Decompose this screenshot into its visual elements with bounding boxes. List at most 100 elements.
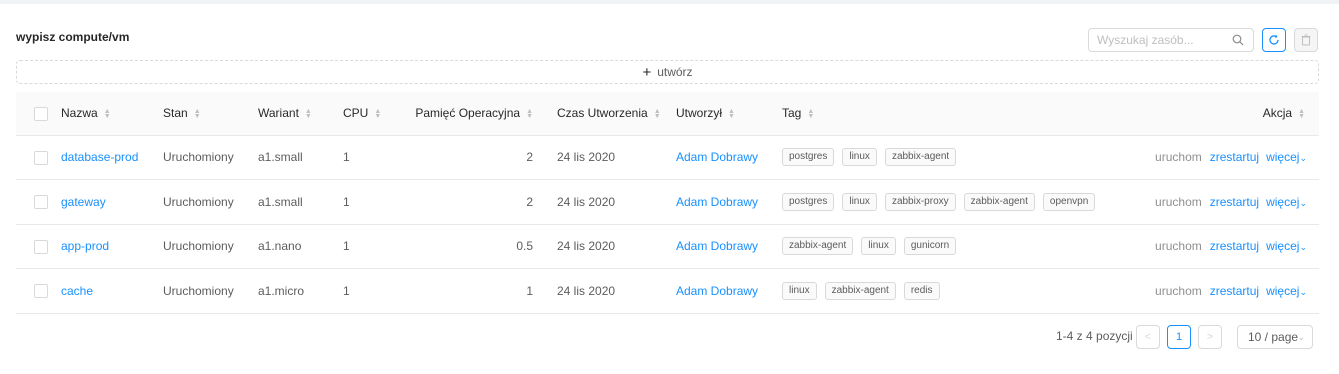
restart-action[interactable]: zrestartuj [1210, 150, 1259, 164]
vm-created: 24 lis 2020 [557, 150, 616, 165]
tag-badge: redis [903, 281, 940, 300]
tag-badge: postgres [782, 148, 835, 167]
table-row: database-prod Uruchomiony a1.small 1 2 24 lis… [16, 135, 1319, 180]
sort-icon[interactable]: ▲ ▼ [194, 108, 201, 120]
more-actions-dropdown[interactable]: więcej⌄ [1266, 195, 1307, 209]
page-title: wypisz compute/vm [16, 30, 130, 44]
vm-state: Uruchomiony [163, 239, 234, 254]
select-all-checkbox[interactable] [34, 106, 48, 121]
sort-icon[interactable]: ▲ ▼ [1298, 108, 1305, 120]
refresh-button[interactable] [1262, 28, 1286, 52]
trash-icon [1301, 34, 1311, 46]
column-header-variant[interactable]: Wariant ▲ ▼ [258, 92, 343, 136]
create-label: utwórz [657, 65, 693, 79]
vm-memory: 2 [526, 194, 533, 209]
vm-memory: 0.5 [516, 239, 533, 254]
vm-variant: a1.small [258, 194, 303, 209]
plus-icon: + [642, 63, 652, 81]
vm-cpu: 1 [343, 194, 350, 209]
column-header-memory[interactable]: Pamięć Operacyjna ▲ ▼ [403, 92, 543, 136]
vm-author-link[interactable]: Adam Dobrawy [676, 239, 758, 253]
tag-badge: postgres [782, 192, 835, 211]
page-size-label: 10 / page [1248, 330, 1299, 344]
tag-badge: linux [782, 281, 817, 300]
row-checkbox[interactable] [34, 284, 48, 299]
vm-cpu: 1 [343, 283, 350, 298]
table-row: cache Uruchomiony a1.micro 1 1 24 lis 2020 Ada… [16, 268, 1319, 314]
more-actions-dropdown[interactable]: więcej⌄ [1266, 150, 1307, 164]
restart-action[interactable]: zrestartuj [1210, 284, 1259, 298]
sort-icon[interactable]: ▲ ▼ [374, 108, 381, 120]
reload-icon [1269, 34, 1279, 45]
search-field[interactable] [1088, 28, 1254, 52]
vm-name-link[interactable]: database-prod [61, 150, 138, 164]
tag-badge: zabbix-agent [824, 281, 896, 300]
chevron-down-icon: ⌄ [1299, 153, 1307, 164]
tag-badge: linux [861, 237, 896, 256]
column-header-action[interactable]: Akcja ▲ ▼ [1102, 92, 1319, 136]
start-action[interactable]: uruchom [1155, 239, 1202, 253]
more-actions-label: więcej [1266, 194, 1300, 209]
vm-variant: a1.small [258, 150, 303, 165]
row-checkbox[interactable] [34, 150, 48, 165]
more-actions-dropdown[interactable]: więcej⌄ [1266, 239, 1307, 253]
start-action[interactable]: uruchom [1155, 195, 1202, 209]
pagination-total: 1-4 z 4 pozycji [1056, 329, 1133, 343]
vm-table: Nazwa ▲ ▼ Stan ▲ ▼ Wariant ▲ ▼ CPU ▲ ▼ Pamięć Op… [16, 92, 1319, 314]
vm-created: 24 lis 2020 [557, 194, 616, 209]
row-checkbox[interactable] [34, 239, 48, 254]
vm-cpu: 1 [343, 150, 350, 165]
delete-button[interactable] [1294, 28, 1318, 52]
start-action[interactable]: uruchom [1155, 284, 1202, 298]
column-header-name[interactable]: Nazwa ▲ ▼ [61, 92, 163, 136]
column-header-tag[interactable]: Tag ▲ ▼ [782, 92, 1102, 136]
create-button[interactable]: + utwórz [16, 60, 1319, 84]
sort-icon[interactable]: ▲ ▼ [526, 108, 533, 120]
tag-badge: linux [842, 192, 877, 211]
vm-variant: a1.nano [258, 239, 302, 254]
vm-author-link[interactable]: Adam Dobrawy [676, 195, 758, 209]
column-header-state[interactable]: Stan ▲ ▼ [163, 92, 258, 136]
pagination-prev-button[interactable]: < [1136, 325, 1160, 349]
search-icon[interactable] [1232, 34, 1244, 46]
table-header-row: Nazwa ▲ ▼ Stan ▲ ▼ Wariant ▲ ▼ CPU ▲ ▼ Pamięć Op… [16, 92, 1319, 136]
tag-badge: zabbix-agent [884, 148, 957, 167]
pagination-next-button[interactable]: > [1198, 325, 1222, 349]
vm-name-link[interactable]: cache [61, 284, 93, 298]
vm-created: 24 lis 2020 [557, 283, 616, 298]
vm-author-link[interactable]: Adam Dobrawy [676, 150, 758, 164]
column-header-author[interactable]: Utworzył ▲ ▼ [676, 92, 782, 136]
chevron-down-icon: ⌄ [1299, 242, 1307, 253]
more-actions-label: więcej [1266, 239, 1300, 254]
column-header-created[interactable]: Czas Utworzenia ▲ ▼ [543, 92, 676, 136]
sort-icon[interactable]: ▲ ▼ [728, 108, 735, 120]
restart-action[interactable]: zrestartuj [1210, 195, 1259, 209]
vm-created: 24 lis 2020 [557, 239, 616, 254]
vm-memory: 2 [526, 150, 533, 165]
chevron-down-icon: ⌄ [1299, 197, 1307, 208]
vm-list-panel: wypisz compute/vm + utwórz [0, 4, 1339, 374]
sort-icon[interactable]: ▲ ▼ [654, 108, 661, 120]
tag-badge: gunicorn [903, 237, 957, 256]
search-input[interactable] [1097, 32, 1227, 48]
start-action[interactable]: uruchom [1155, 150, 1202, 164]
tag-badge: zabbix-agent [782, 237, 854, 256]
column-header-cpu[interactable]: CPU ▲ ▼ [343, 92, 403, 136]
pagination-page-1[interactable]: 1 [1167, 325, 1191, 349]
sort-icon[interactable]: ▲ ▼ [807, 108, 814, 120]
vm-state: Uruchomiony [163, 283, 234, 298]
table-row: app-prod Uruchomiony a1.nano 1 0.5 24 lis 202… [16, 224, 1319, 269]
vm-state: Uruchomiony [163, 150, 234, 165]
vm-name-link[interactable]: app-prod [61, 239, 109, 253]
chevron-down-icon: ⌄ [1299, 286, 1307, 297]
restart-action[interactable]: zrestartuj [1210, 239, 1259, 253]
page-size-select[interactable]: 10 / page ⌄ [1237, 325, 1313, 349]
vm-name-link[interactable]: gateway [61, 195, 106, 209]
table-row: gateway Uruchomiony a1.small 1 2 24 lis 2020 A… [16, 179, 1319, 225]
sort-icon[interactable]: ▲ ▼ [305, 108, 312, 120]
row-checkbox[interactable] [34, 195, 48, 210]
sort-icon[interactable]: ▲ ▼ [104, 108, 111, 120]
vm-state: Uruchomiony [163, 194, 234, 209]
vm-author-link[interactable]: Adam Dobrawy [676, 284, 758, 298]
more-actions-dropdown[interactable]: więcej⌄ [1266, 284, 1307, 298]
